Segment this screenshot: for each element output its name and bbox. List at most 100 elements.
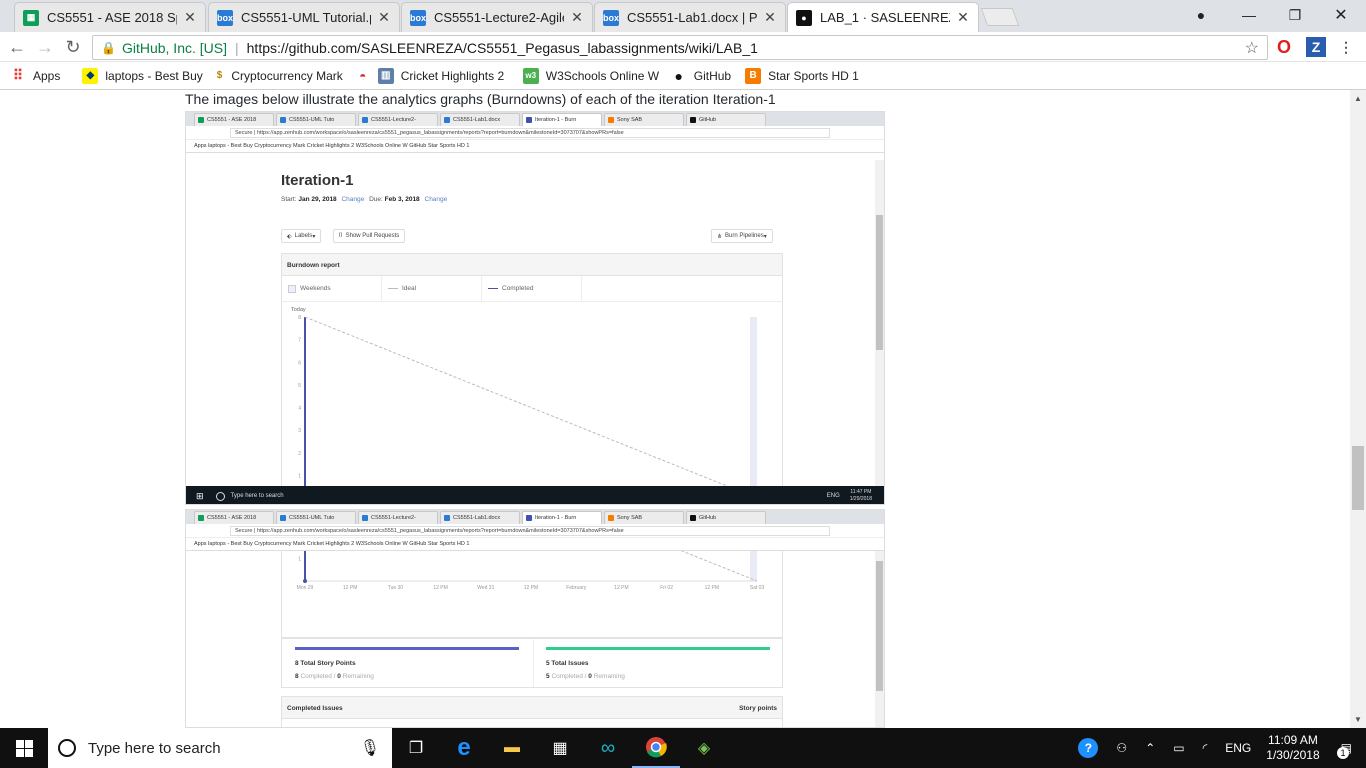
- minimize-button[interactable]: —: [1226, 0, 1272, 30]
- clock[interactable]: 11:09 AM 1/30/2018: [1266, 733, 1319, 763]
- infinity-icon[interactable]: ∞: [584, 728, 632, 768]
- system-tray: ? ⚇ ⌃ ▭ ◜ ENG 11:09 AM 1/30/2018 ▤1: [1069, 728, 1366, 768]
- embedded-tab: Iteration-1 - Burn: [522, 113, 602, 126]
- back-icon[interactable]: ←: [6, 36, 28, 58]
- microphone-icon[interactable]: 🎙: [360, 738, 380, 758]
- lock-icon: 🔒: [101, 40, 116, 55]
- close-icon[interactable]: ✕: [183, 9, 197, 26]
- task-view-icon[interactable]: ❐: [392, 728, 440, 768]
- box-icon: box: [217, 9, 233, 26]
- taskbar-search[interactable]: Type here to search 🎙: [48, 728, 392, 768]
- embedded-bookmarks: Apps laptops - Best Buy Cryptocurrency M…: [186, 140, 884, 153]
- notification-icon[interactable]: ▤1: [1337, 741, 1352, 759]
- y-tick-label: 8: [298, 315, 301, 321]
- x-tick-label: 12 PM: [705, 585, 719, 591]
- page-scrollbar[interactable]: ▲ ▼: [1350, 90, 1366, 728]
- url-text: https://github.com/SASLEENREZA/CS5551_Pe…: [246, 39, 758, 56]
- bookmark-github[interactable]: ● GitHub: [671, 67, 732, 84]
- bookmark-star-icon[interactable]: ☆: [1245, 38, 1259, 58]
- w3schools-icon: w3: [522, 67, 539, 84]
- burndown-panel-bottom: 21Mon 2912 PMTue 3012 PMWed 3112 PMFebru…: [281, 551, 783, 638]
- close-window-button[interactable]: ✕: [1318, 0, 1364, 30]
- embedded-tab: CS5551-Lecture2-: [358, 113, 438, 126]
- forward-icon[interactable]: →: [34, 36, 56, 58]
- wiki-content: The images below illustrate the analytic…: [0, 90, 1350, 728]
- windows-icon: [15, 739, 33, 757]
- chevron-up-icon[interactable]: ⌃: [1145, 741, 1155, 755]
- coin-icon: $: [216, 70, 223, 81]
- embedded-tab-strip: CS5551 - ASE 2018 CS5551-UML Tuto CS5551…: [186, 112, 884, 126]
- show-prs-toggle: ⌷ Show Pull Requests: [333, 229, 406, 243]
- embedded-tab: CS5551-Lab1.docx: [440, 511, 520, 524]
- cortana-icon: [58, 739, 76, 757]
- tab-lab1-github[interactable]: ● LAB_1 · SASLEENREZA/C ✕: [787, 2, 979, 32]
- bookmark-laptops[interactable]: ◆ laptops - Best Buy: [82, 67, 203, 84]
- file-explorer-icon[interactable]: ▬: [488, 728, 536, 768]
- burndown-chart: 87654321Mon 29 12 PM Tue 30 12 PM Wed 31 12 P…: [291, 307, 764, 504]
- browser-tab-strip: ▦ CS5551 - ASE 2018 Sprin ✕ box CS5551-U…: [0, 0, 1366, 32]
- scrollbar-thumb[interactable]: [1352, 446, 1364, 510]
- x-tick-label: Mon 29: [297, 585, 314, 591]
- tab-uml-tutorial[interactable]: box CS5551-UML Tutorial.ppt ✕: [208, 2, 400, 32]
- y-tick-label: 1: [298, 473, 301, 479]
- address-bar[interactable]: 🔒 GitHub, Inc. [US] | https://github.com…: [92, 35, 1268, 60]
- labels-filter: ⬖ Labels ▾: [281, 229, 322, 243]
- x-tick-label: 12 PM: [433, 585, 447, 591]
- chrome-icon[interactable]: [632, 728, 680, 768]
- close-icon[interactable]: ✕: [570, 9, 584, 26]
- new-tab-button[interactable]: [980, 8, 1020, 26]
- close-icon[interactable]: ✕: [377, 9, 391, 26]
- tab-cs5551-ase[interactable]: ▦ CS5551 - ASE 2018 Sprin ✕: [14, 2, 206, 32]
- embedded-tab: Iteration-1 - Burn: [522, 511, 602, 524]
- windows-start-button[interactable]: [0, 728, 48, 768]
- burndown-report-title: Burndown report: [282, 254, 782, 276]
- x-tick-label: Tue 30: [388, 585, 404, 591]
- github-icon: ●: [674, 67, 683, 84]
- store-icon[interactable]: ▦: [536, 728, 584, 768]
- edge-icon[interactable]: e: [440, 728, 488, 768]
- wiki-caption: The images below illustrate the analytic…: [185, 91, 776, 107]
- x-tick-label: 12 PM: [524, 585, 538, 591]
- burndown-chart-bottom: 21Mon 2912 PMTue 3012 PMWed 3112 PMFebru…: [297, 551, 765, 591]
- language-indicator[interactable]: ENG: [1225, 741, 1251, 755]
- cricket-icon: ◓: [359, 68, 367, 83]
- windows-taskbar: Type here to search 🎙 ❐ e ▬ ▦ ∞ ◈ ? ⚇ ⌃ …: [0, 728, 1366, 768]
- bookmark-star-sports[interactable]: B Star Sports HD 1: [745, 67, 859, 84]
- restore-button[interactable]: ❐: [1272, 0, 1318, 30]
- profile-icon[interactable]: ●: [1178, 0, 1224, 30]
- tab-lecture2[interactable]: box CS5551-Lecture2-Agile P ✕: [401, 2, 593, 32]
- x-tick-label: 12 PM: [343, 585, 357, 591]
- completed-issues-panel: Completed Issues Story points: [281, 696, 783, 727]
- android-studio-icon[interactable]: ◈: [680, 728, 728, 768]
- embedded-tab: Sony SAB: [604, 113, 684, 126]
- burndown-screenshot-1: CS5551 - ASE 2018 CS5551-UML Tuto CS5551…: [185, 111, 885, 505]
- embedded-tab: CS5551-Lab1.docx: [440, 113, 520, 126]
- embedded-tab: Sony SAB: [604, 511, 684, 524]
- wifi-icon[interactable]: ◜: [1203, 741, 1208, 755]
- apps-grid-icon: ⠿: [12, 67, 24, 84]
- battery-icon[interactable]: ▭: [1173, 741, 1184, 755]
- bookmark-crypto[interactable]: $ Cryptocurrency Mark: [215, 68, 343, 84]
- x-tick-label: Sat 03: [750, 585, 765, 591]
- zotero-icon[interactable]: Z: [1306, 37, 1326, 57]
- y-tick-label: 4: [298, 406, 301, 412]
- close-icon[interactable]: ✕: [956, 9, 970, 26]
- people-icon[interactable]: ⚇: [1116, 741, 1127, 755]
- burndown-screenshot-2: CS5551 - ASE 2018 CS5551-UML Tuto CS5551…: [185, 509, 885, 728]
- close-icon[interactable]: ✕: [763, 9, 777, 26]
- bookmark-w3schools[interactable]: w3 W3Schools Online W: [522, 67, 663, 84]
- ideal-line: [304, 316, 758, 499]
- tab-lab1-docx[interactable]: box CS5551-Lab1.docx | Pow ✕: [594, 2, 786, 32]
- weekend-band: [750, 551, 757, 581]
- bookmark-cricket[interactable]: ◓ ▥ Cricket Highlights 2: [355, 67, 513, 84]
- legend-completed: Completed: [482, 276, 582, 301]
- embedded-bookmarks: Apps laptops - Best Buy Cryptocurrency M…: [186, 538, 884, 551]
- menu-icon[interactable]: ⋮: [1336, 37, 1356, 57]
- help-icon[interactable]: ?: [1078, 738, 1099, 758]
- bookmark-apps[interactable]: ⠿ Apps: [10, 67, 61, 84]
- opera-icon[interactable]: O: [1274, 37, 1294, 57]
- reload-icon[interactable]: ↻: [62, 36, 84, 58]
- y-tick-label: 2: [298, 451, 301, 457]
- embedded-tab: CS5551 - ASE 2018: [194, 113, 274, 126]
- x-tick-label: February: [566, 585, 587, 591]
